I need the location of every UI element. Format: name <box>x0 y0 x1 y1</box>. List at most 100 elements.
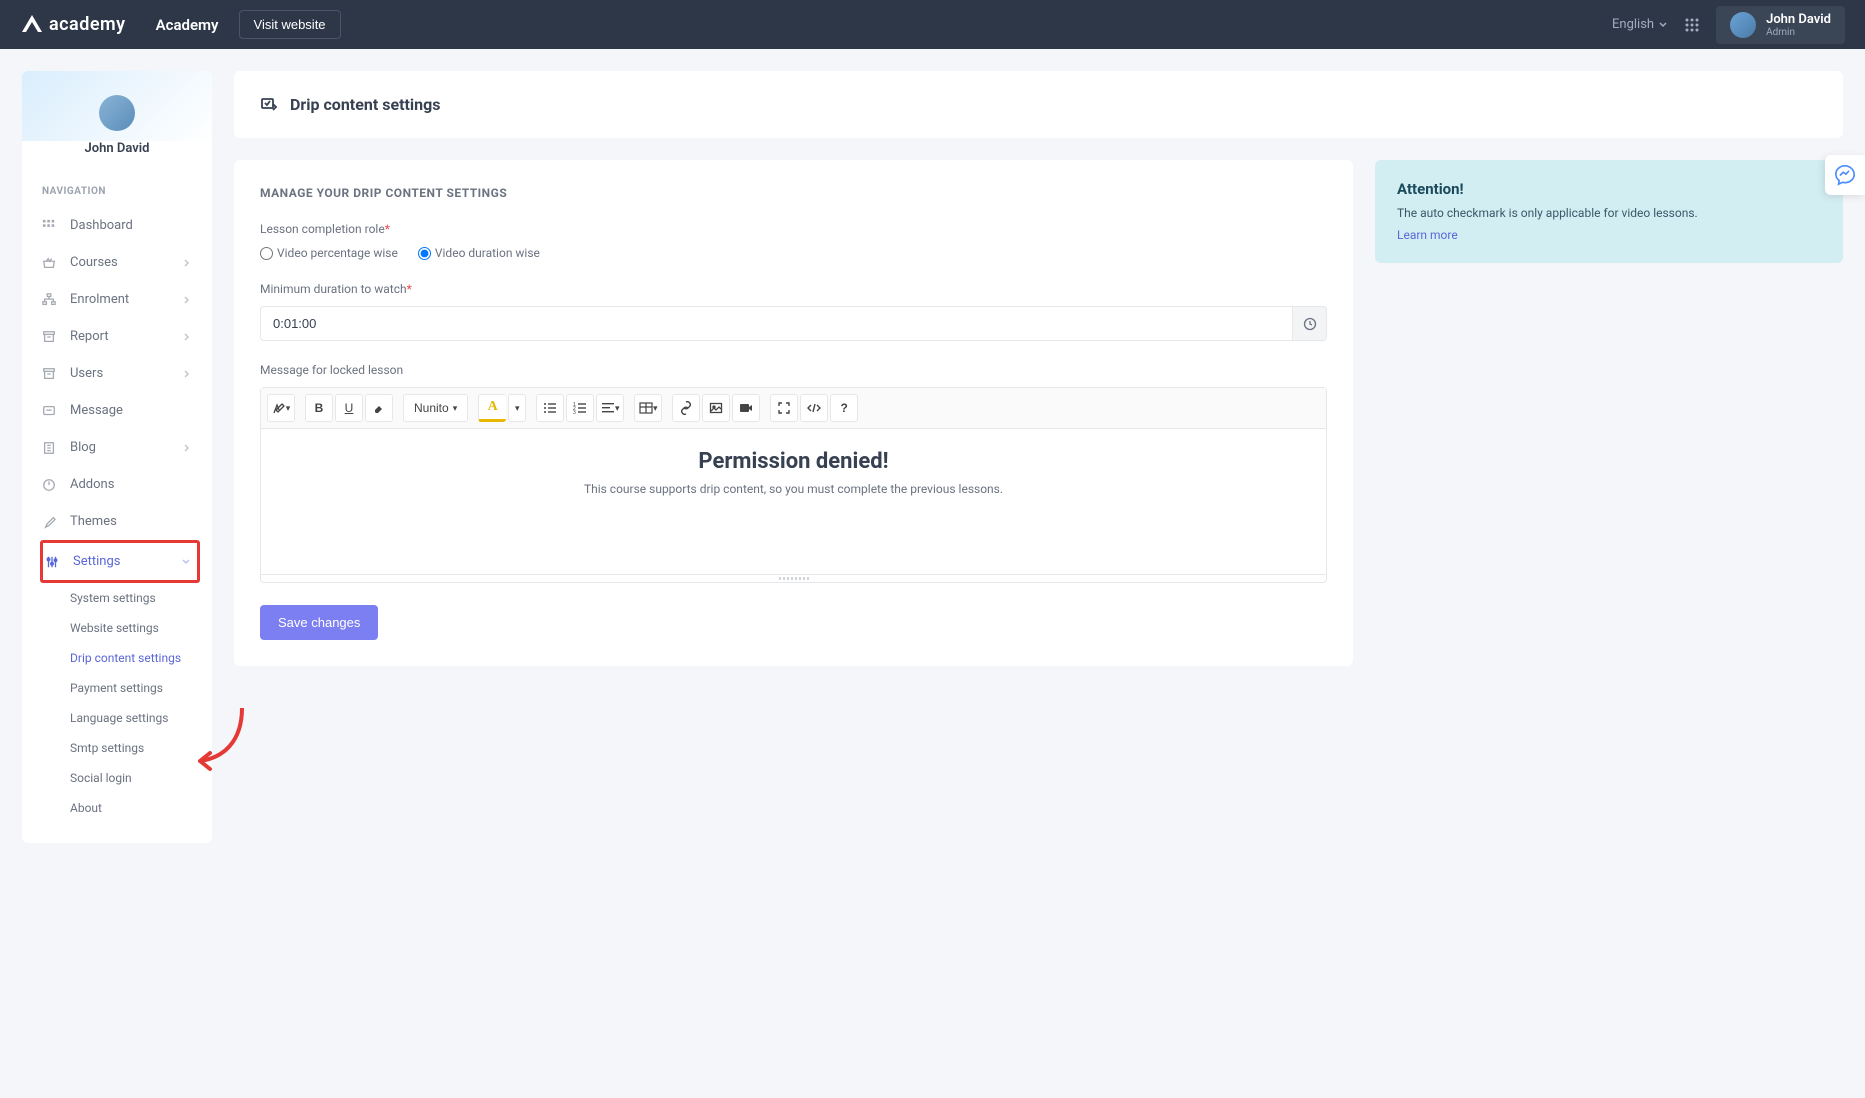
save-button[interactable]: Save changes <box>260 605 378 640</box>
radio-input[interactable] <box>260 247 273 260</box>
sidebar-item-enrolment[interactable]: Enrolment <box>22 281 212 318</box>
user-info: John David Admin <box>1766 12 1831 38</box>
chevron-right-icon <box>182 258 192 268</box>
editor-heading-text: Permission denied! <box>281 449 1306 474</box>
alert-card: Attention! The auto checkmark is only ap… <box>1375 160 1843 263</box>
sidebar-item-label: Addons <box>70 477 114 492</box>
chevron-down-icon <box>1658 20 1668 30</box>
card-heading: MANAGE YOUR DRIP CONTENT SETTINGS <box>260 186 1327 200</box>
submenu-drip-content[interactable]: Drip content settings <box>22 643 212 673</box>
editor-eraser-button[interactable] <box>365 394 393 422</box>
logo-icon <box>20 13 44 37</box>
radio-duration-wise[interactable]: Video duration wise <box>418 246 540 260</box>
power-icon <box>42 478 56 492</box>
sidebar-item-themes[interactable]: Themes <box>22 503 212 540</box>
rich-text-editor: ▾ B U Nunito▾ A ▾ <box>260 387 1327 583</box>
submenu-system-settings[interactable]: System settings <box>22 583 212 613</box>
submenu-website-settings[interactable]: Website settings <box>22 613 212 643</box>
completion-role-label: Lesson completion role* <box>260 222 1327 236</box>
editor-body-text: This course supports drip content, so yo… <box>281 482 1306 496</box>
logo[interactable]: academy <box>20 13 126 37</box>
editor-body[interactable]: Permission denied! This course supports … <box>261 429 1326 574</box>
submenu-payment-settings[interactable]: Payment settings <box>22 673 212 703</box>
editor-fullscreen-button[interactable] <box>770 394 798 422</box>
chevron-right-icon <box>182 369 192 379</box>
sidebar: John David NAVIGATION Dashboard Courses … <box>22 71 212 843</box>
submenu-social-login[interactable]: Social login <box>22 763 212 793</box>
content-area: Drip content settings MANAGE YOUR DRIP C… <box>234 71 1843 843</box>
editor-video-button[interactable] <box>732 394 760 422</box>
document-icon <box>42 441 56 455</box>
editor-style-button[interactable]: ▾ <box>267 394 295 422</box>
submenu-language-settings[interactable]: Language settings <box>22 703 212 733</box>
radio-group: Video percentage wise Video duration wis… <box>260 246 1327 260</box>
sidebar-item-report[interactable]: Report <box>22 318 212 355</box>
editor-help-button[interactable]: ? <box>830 394 858 422</box>
sidebar-item-label: Themes <box>70 514 117 529</box>
editor-bold-button[interactable]: B <box>305 394 333 422</box>
learn-more-link[interactable]: Learn more <box>1397 228 1458 242</box>
editor-ul-button[interactable] <box>536 394 564 422</box>
radio-label: Video duration wise <box>435 246 540 260</box>
language-label: English <box>1612 17 1654 32</box>
visit-website-button[interactable]: Visit website <box>239 10 341 39</box>
sidebar-item-settings[interactable]: Settings <box>43 543 197 580</box>
editor-ol-button[interactable]: 123 <box>566 394 594 422</box>
message-icon <box>42 404 56 418</box>
sidebar-item-dashboard[interactable]: Dashboard <box>22 207 212 244</box>
sidebar-item-label: Settings <box>73 554 120 569</box>
editor-underline-button[interactable]: U <box>335 394 363 422</box>
editor-code-button[interactable] <box>800 394 828 422</box>
main-layout: John David NAVIGATION Dashboard Courses … <box>0 49 1865 865</box>
radio-input[interactable] <box>418 247 431 260</box>
editor-resize-handle[interactable] <box>261 574 1326 582</box>
editor-link-button[interactable] <box>672 394 700 422</box>
messenger-float-button[interactable] <box>1825 155 1865 195</box>
top-nav-left: academy Academy Visit website <box>20 10 341 39</box>
sidebar-item-courses[interactable]: Courses <box>22 244 212 281</box>
editor-image-button[interactable] <box>702 394 730 422</box>
min-duration-input[interactable] <box>260 306 1293 341</box>
sidebar-item-label: Courses <box>70 255 118 270</box>
chevron-down-icon <box>181 557 191 567</box>
editor-color-dropdown[interactable]: ▾ <box>508 394 526 422</box>
editor-table-button[interactable]: ▾ <box>634 394 662 422</box>
arrow-annotation <box>192 703 252 773</box>
radio-percentage-wise[interactable]: Video percentage wise <box>260 246 398 260</box>
clock-icon <box>1303 317 1317 331</box>
archive-icon <box>42 367 56 381</box>
language-selector[interactable]: English <box>1612 17 1668 32</box>
apps-grid-icon[interactable] <box>1684 17 1700 33</box>
nav-section-header: NAVIGATION <box>22 156 212 207</box>
editor-align-button[interactable]: ▾ <box>596 394 624 422</box>
sidebar-item-label: Blog <box>70 440 96 455</box>
sliders-icon <box>45 555 59 569</box>
messenger-icon <box>1834 164 1856 186</box>
editor-font-button[interactable]: Nunito▾ <box>403 394 468 422</box>
clock-addon[interactable] <box>1293 306 1327 341</box>
page-title: Drip content settings <box>290 95 440 114</box>
sidebar-item-label: Report <box>70 329 109 344</box>
highlight-box: Settings <box>40 540 200 583</box>
settings-submenu: System settings Website settings Drip co… <box>22 583 212 823</box>
sitemap-icon <box>42 293 56 307</box>
sidebar-item-addons[interactable]: Addons <box>22 466 212 503</box>
sidebar-item-blog[interactable]: Blog <box>22 429 212 466</box>
min-duration-label: Minimum duration to watch* <box>260 282 1327 296</box>
sidebar-item-users[interactable]: Users <box>22 355 212 392</box>
user-menu[interactable]: John David Admin <box>1716 6 1845 44</box>
chevron-right-icon <box>182 332 192 342</box>
sidebar-profile: John David <box>22 71 212 156</box>
submenu-about[interactable]: About <box>22 793 212 823</box>
user-name: John David <box>1766 12 1831 27</box>
radio-label: Video percentage wise <box>277 246 398 260</box>
content-row: MANAGE YOUR DRIP CONTENT SETTINGS Lesson… <box>234 160 1843 666</box>
archive-icon <box>42 330 56 344</box>
sidebar-item-message[interactable]: Message <box>22 392 212 429</box>
brand-title: Academy <box>156 16 219 34</box>
basket-icon <box>42 256 56 270</box>
alert-title: Attention! <box>1397 180 1821 198</box>
top-navbar: academy Academy Visit website English Jo… <box>0 0 1865 49</box>
editor-color-button[interactable]: A <box>478 394 506 422</box>
submenu-smtp-settings[interactable]: Smtp settings <box>22 733 212 763</box>
